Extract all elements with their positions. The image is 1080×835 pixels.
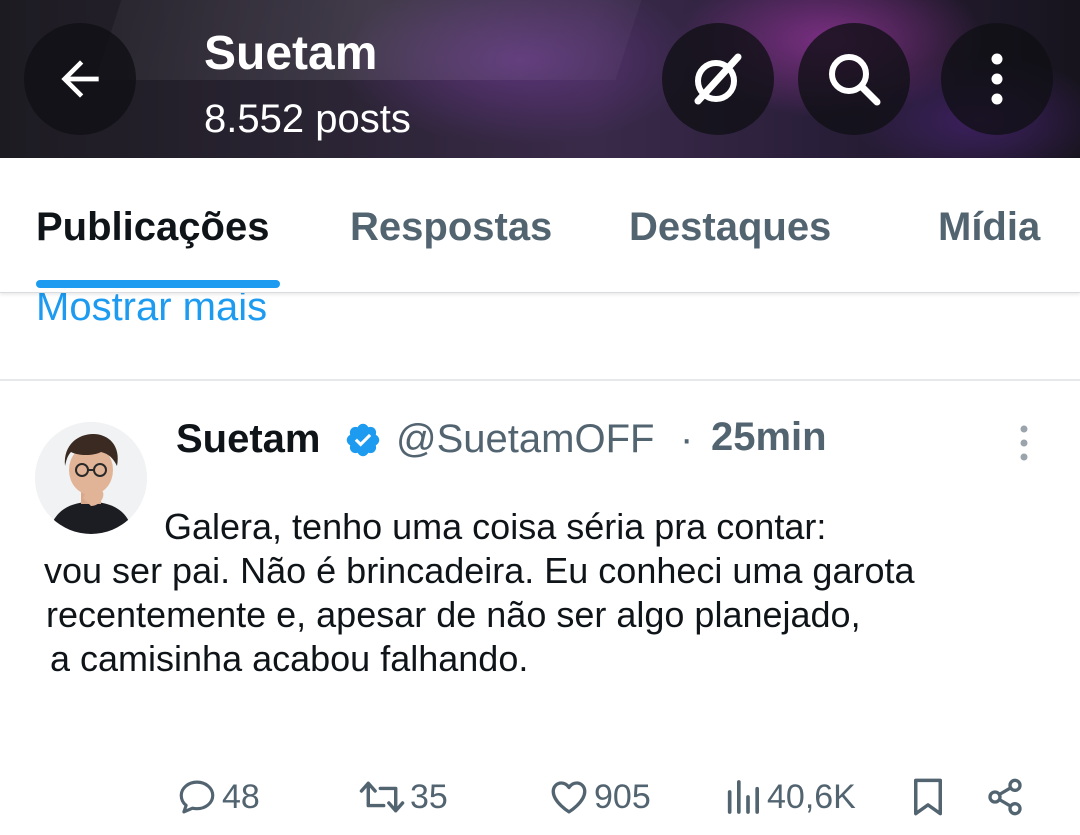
post-author-name[interactable]: Suetam: [176, 414, 321, 464]
post-divider: [0, 379, 1080, 381]
analytics-icon: [727, 780, 759, 814]
post-more-icon[interactable]: [1008, 422, 1040, 464]
like-count: 905: [594, 778, 651, 816]
heart-icon: [551, 781, 587, 814]
verified-badge-icon: [346, 423, 380, 457]
post-text-line: recentemente e, apesar de não ser algo p…: [46, 594, 861, 635]
repost-button[interactable]: 35: [358, 775, 448, 819]
post-text: Galera, tenho uma coisa séria pra contar…: [44, 505, 1054, 681]
grok-button[interactable]: [662, 23, 774, 135]
post-text-line: vou ser pai. Não é brincadeira. Eu conhe…: [44, 550, 915, 591]
bookmark-button[interactable]: [910, 775, 946, 819]
active-tab-indicator: [36, 280, 280, 288]
post-text-line: Galera, tenho uma coisa séria pra contar…: [164, 506, 827, 547]
profile-tabs: Publicações Respostas Destaques Mídia: [0, 158, 1080, 293]
post-author-handle[interactable]: @SuetamOFF: [396, 414, 654, 464]
search-button[interactable]: [798, 23, 910, 135]
reply-count: 48: [222, 778, 260, 816]
back-button[interactable]: [24, 23, 136, 135]
profile-title: Suetam: [204, 27, 378, 80]
repost-count: 35: [410, 778, 448, 816]
post-text-line: a camisinha acabou falhando.: [50, 638, 529, 679]
views-button[interactable]: 40,6K: [723, 775, 856, 819]
tab-replies[interactable]: Respostas: [350, 202, 552, 252]
reply-button[interactable]: 48: [176, 775, 260, 819]
tab-posts[interactable]: Publicações: [36, 202, 269, 252]
views-count: 40,6K: [767, 778, 856, 816]
profile-header-banner: Suetam 8.552 posts: [0, 0, 1080, 158]
post-timestamp[interactable]: 25min: [711, 412, 827, 462]
tab-highlights[interactable]: Destaques: [629, 202, 831, 252]
more-vertical-icon: [991, 53, 1003, 105]
bookmark-icon: [914, 778, 942, 816]
tab-media[interactable]: Mídia: [938, 202, 1040, 252]
search-icon: [829, 54, 881, 106]
grok-icon: [694, 53, 742, 105]
like-button[interactable]: 905: [548, 775, 651, 819]
share-icon: [988, 778, 1022, 816]
more-options-button[interactable]: [941, 23, 1053, 135]
arrow-left-icon: [61, 60, 99, 98]
separator-dot: ·: [680, 417, 694, 461]
post-count: 8.552 posts: [204, 97, 411, 141]
share-button[interactable]: [985, 775, 1025, 819]
reply-icon: [179, 780, 215, 814]
repost-icon: [359, 781, 405, 813]
